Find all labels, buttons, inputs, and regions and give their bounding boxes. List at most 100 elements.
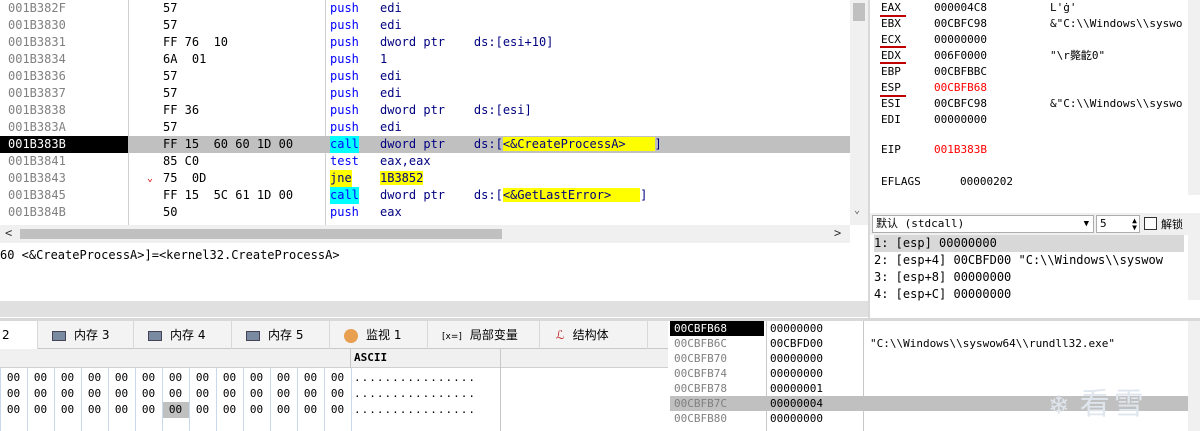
hex-byte[interactable]: 00 [54,386,81,402]
disasm-row[interactable]: 001B3830 57 push edi [0,17,850,34]
ascii-text[interactable]: ................ [354,370,494,386]
hex-byte[interactable]: 00 [270,386,297,402]
registers-pane[interactable]: EAX 000004C8 L'ġ' EBX 00CBFC98 &"C:\\Windows\… [870,0,1200,195]
disassembly-pane[interactable]: 001B382F 57 push edi 001B3830 57 push edi 001B38… [0,0,868,245]
hex-byte[interactable]: 00 [216,386,243,402]
hex-byte[interactable]: 00 [0,402,27,418]
hex-byte[interactable]: 00 [108,386,135,402]
disasm-row[interactable]: 001B382F 57 push edi [0,0,850,17]
register-row[interactable]: EBX 00CBFC98 &"C:\\Windows\\syswo [870,16,1188,32]
hex-byte[interactable]: 00 [243,386,270,402]
disasm-vertical-scrollbar[interactable]: ⌄ [850,0,868,225]
hex-byte[interactable]: 00 [243,370,270,386]
disasm-row[interactable]: 001B384B 50 push eax [0,204,850,221]
tab-dump-2[interactable]: 2 [0,321,38,349]
hex-byte[interactable]: 00 [54,370,81,386]
info-pane[interactable]: 60 <&CreateProcessA>]=<kernel32.CreatePr… [0,245,868,320]
disasm-row[interactable]: 001B3845 FF 15 5C 61 1D 00 call dword ptr d… [0,187,850,204]
disasm-row[interactable]: 001B3843 ⌄ 75 0D jne 1B3852 [0,170,850,187]
hex-byte[interactable]: 00 [135,370,162,386]
tab-struct[interactable]: ℒ 结构体 [540,321,648,349]
hex-byte[interactable]: 00 [162,370,189,386]
hex-byte[interactable]: 00 [324,370,351,386]
hex-byte[interactable]: 00 [297,370,324,386]
argument-row[interactable]: 1: [esp] 00000000 [874,235,1184,252]
hex-byte[interactable]: 00 [270,402,297,418]
register-row[interactable]: EDX 006F0000 "\r斃齕0" [870,48,1188,64]
argument-row[interactable]: 2: [esp+4] 00CBFD00 "C:\\Windows\\syswow [874,252,1163,269]
hex-byte[interactable]: 00 [162,402,189,418]
register-row[interactable]: EDI 00000000 [870,112,1188,128]
disasm-horizontal-scrollbar[interactable]: < > [0,225,850,243]
register-value[interactable]: 00CBFC98 [934,16,987,32]
hex-byte[interactable]: 00 [324,402,351,418]
splitter[interactable] [868,0,870,318]
chevron-right-icon[interactable]: > [834,226,841,240]
stack-row[interactable]: 00CBFB6C 00CBFD00 "C:\\Windows\\syswow64\\… [670,336,1200,351]
disasm-row[interactable]: 001B3838 FF 36 push dword ptr ds:[esi] [0,102,850,119]
registers-vertical-scrollbar[interactable] [1188,0,1200,195]
register-value[interactable]: 001B383B [934,142,987,158]
hex-byte[interactable]: 00 [27,402,54,418]
stack-row[interactable]: 00CBFB70 00000000 [670,351,1200,366]
arguments-pane[interactable]: 1: [esp] 00000000 2: [esp+4] 00CBFD00 "C:… [870,235,1200,303]
hex-byte[interactable]: 00 [81,402,108,418]
register-row[interactable]: ECX 00000000 [870,32,1188,48]
tab-memory-5[interactable]: 内存 5 [232,321,330,349]
register-value[interactable]: 00000000 [934,112,987,128]
register-row[interactable]: EAX 000004C8 L'ġ' [870,0,1188,16]
hex-dump-pane[interactable]: ASCII 00 00 00 00 00 00 00 00 00 00 00 00 00........… [0,349,668,431]
hex-byte[interactable]: 00 [0,370,27,386]
register-value[interactable]: 006F0000 [934,48,987,64]
ascii-text[interactable]: ................ [354,402,494,418]
chevron-left-icon[interactable]: < [5,226,12,240]
chevron-down-icon[interactable]: ⌄ [854,205,860,216]
disasm-row[interactable]: 001B3836 57 push edi [0,68,850,85]
info-horizontal-scrollbar[interactable] [0,301,868,317]
hex-byte[interactable]: 00 [54,402,81,418]
hex-byte[interactable]: 00 [189,402,216,418]
hex-byte[interactable]: 00 [324,386,351,402]
register-row[interactable]: EBP 00CBFBBC [870,64,1188,80]
arg-count-spinner[interactable]: 5 ▲ ▼ [1096,215,1140,233]
hex-byte[interactable]: 00 [27,370,54,386]
register-value[interactable]: 00CBFBBC [934,64,987,80]
disasm-row[interactable]: 001B3837 57 push edi [0,85,850,102]
scroll-thumb[interactable] [20,229,502,239]
calling-convention-select[interactable]: 默认 (stdcall) ▼ [872,215,1094,233]
hex-byte[interactable]: 00 [216,370,243,386]
scroll-thumb[interactable] [853,3,865,21]
ascii-text[interactable]: ................ [354,386,494,402]
argument-row[interactable]: 3: [esp+8] 00000000 [874,269,1011,286]
disasm-row[interactable]: 001B3831 FF 76 10 push dword ptr ds:[esi+10… [0,34,850,51]
disasm-row[interactable]: 001B383A 57 push edi [0,119,850,136]
register-value[interactable]: 00000202 [960,174,1013,190]
hex-byte[interactable]: 00 [0,386,27,402]
register-value[interactable]: 00000000 [934,32,987,48]
disasm-row[interactable]: 001B383B FF 15 60 60 1D 00 call dword ptr d… [0,136,850,153]
tab-locals[interactable]: [x=] 局部变量 [428,321,540,349]
register-value[interactable]: 000004C8 [934,0,987,16]
hex-byte[interactable]: 00 [297,386,324,402]
hex-byte[interactable]: 00 [189,370,216,386]
stack-scrollbar[interactable] [1188,321,1200,431]
argument-row[interactable]: 4: [esp+C] 00000000 [874,286,1011,303]
stack-row[interactable]: 00CBFB68 00000000 [670,321,1200,336]
register-row[interactable]: ESI 00CBFC98 &"C:\\Windows\\syswo [870,96,1188,112]
stack-pane[interactable]: 00CBFB68 00000000 00CBFB6C 00CBFD00 "C:\\Win… [670,321,1200,431]
hex-byte[interactable]: 00 [135,386,162,402]
hex-byte[interactable]: 00 [27,386,54,402]
hex-byte[interactable]: 00 [243,402,270,418]
hex-byte[interactable]: 00 [162,386,189,402]
register-value[interactable]: 00CBFC98 [934,96,987,112]
hex-byte[interactable]: 00 [135,402,162,418]
register-row[interactable]: ESP 00CBFB68 [870,80,1188,96]
unlock-checkbox[interactable] [1144,217,1157,230]
tab-memory-4[interactable]: 内存 4 [134,321,232,349]
hex-byte[interactable]: 00 [81,386,108,402]
hex-byte[interactable]: 00 [81,370,108,386]
tab-memory-3[interactable]: 内存 3 [38,321,134,349]
register-row[interactable]: EIP 001B383B [870,142,1188,158]
tab-watch-1[interactable]: 监视 1 [330,321,428,349]
register-row[interactable]: EFLAGS 00000202 [870,174,1188,190]
